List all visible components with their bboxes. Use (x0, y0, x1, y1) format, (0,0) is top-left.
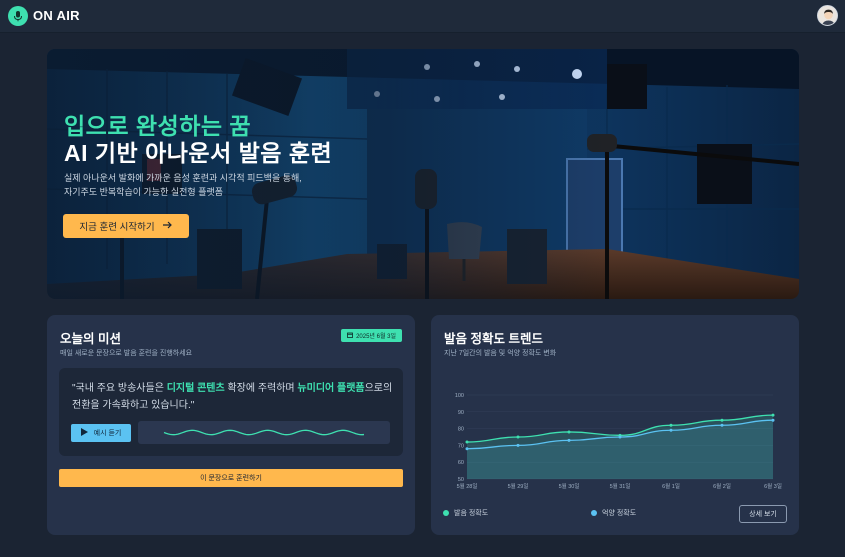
accuracy-chart: 50 60 70 80 90 100 5월 28일 5월 29일 5월 30일 5월 31일 6월 … (455, 393, 782, 490)
mission-subtitle: 매일 새로운 문장으로 발음 훈련을 진행하세요 (60, 350, 193, 357)
x-tick-label: 6월 3일 (764, 482, 782, 490)
mission-card: 오늘의 미션 매일 새로운 문장으로 발음 훈련을 진행하세요 2025년 6월… (47, 315, 415, 535)
legend-label: 억양 정확도 (602, 510, 637, 517)
play-icon (80, 428, 88, 438)
data-point (771, 413, 775, 417)
data-point (771, 418, 775, 422)
microphone-icon[interactable] (8, 6, 28, 26)
data-point (516, 435, 520, 439)
hero-subtitle: 실제 아나운서 발화에 가까운 음성 훈련과 시각적 피드백을 통해, 자기주도… (64, 171, 302, 199)
y-tick-label: 70 (458, 443, 464, 449)
y-tick-label: 50 (458, 477, 464, 483)
data-point (618, 435, 622, 439)
listen-example-button[interactable]: 예시 듣기 (71, 424, 131, 442)
quote-part: 확장에 주력하며 (224, 383, 298, 394)
hero-subtitle-line2: 자기주도 반복학습이 가능한 실전형 플랫폼 (64, 187, 224, 197)
start-training-button[interactable]: 지금 훈련 시작하기 (63, 214, 189, 238)
data-point (720, 418, 724, 422)
data-point (567, 430, 571, 434)
x-tick-label: 5월 28일 (457, 482, 478, 490)
data-point (720, 423, 724, 427)
data-point (669, 428, 673, 432)
legend-dot (591, 510, 597, 516)
date-badge: 2025년 6월 3일 (341, 329, 402, 342)
waveform-line (163, 429, 365, 436)
y-tick-label: 100 (455, 393, 464, 399)
calendar-icon (347, 332, 353, 340)
train-sentence-button[interactable]: 이 문장으로 훈련하기 (59, 469, 403, 487)
legend-pronunciation: 발음 정확도 (443, 508, 488, 518)
x-tick-label: 6월 1일 (662, 482, 680, 490)
hero-title-line2: AI 기반 아나운서 발음 훈련 (64, 140, 333, 166)
y-tick-label: 60 (458, 460, 464, 466)
hero-banner: 입으로 완성하는 꿈 AI 기반 아나운서 발음 훈련 실제 아나운서 발화에 … (47, 49, 799, 299)
quote-highlight: 뉴미디어 플랫폼 (297, 383, 365, 394)
quote-box: "국내 주요 방송사들은 디지털 콘텐츠 확장에 주력하며 뉴미디어 플랫폼으로… (59, 368, 403, 456)
x-tick-label: 5월 29일 (508, 482, 529, 490)
logo-text[interactable]: ON AIR (33, 8, 80, 23)
user-avatar[interactable] (817, 5, 838, 26)
date-text: 2025년 6월 3일 (356, 334, 396, 340)
y-tick-label: 90 (458, 410, 464, 416)
data-point (516, 443, 520, 447)
legend-intonation: 억양 정확도 (591, 508, 636, 518)
quote-part: "국내 주요 방송사들은 (72, 383, 167, 394)
data-point (669, 423, 673, 427)
x-tick-label: 5월 31일 (610, 482, 631, 490)
series-area (467, 420, 773, 479)
audio-waveform[interactable] (138, 421, 390, 444)
data-point (465, 440, 469, 444)
legend-dot (443, 510, 449, 516)
x-tick-label: 5월 30일 (559, 482, 580, 490)
listen-example-label: 예시 듣기 (93, 430, 122, 437)
data-point (567, 438, 571, 442)
trend-card: 발음 정확도 트렌드 지난 7일간의 발음 및 억양 정확도 변화 50 60 70… (431, 315, 799, 535)
mission-title: 오늘의 미션 (60, 332, 121, 346)
top-bar: ON AIR (0, 0, 845, 33)
data-point (465, 447, 469, 451)
trend-subtitle: 지난 7일간의 발음 및 억양 정확도 변화 (444, 350, 557, 357)
x-tick-label: 6월 2일 (713, 482, 731, 490)
quote-highlight: 디지털 콘텐츠 (166, 383, 225, 394)
legend-label: 발음 정확도 (454, 510, 489, 517)
y-tick-label: 80 (458, 427, 464, 433)
trend-title: 발음 정확도 트렌드 (444, 332, 543, 346)
start-training-label: 지금 훈련 시작하기 (79, 222, 155, 233)
view-details-button[interactable]: 상세 보기 (739, 505, 787, 523)
arrow-right-icon (162, 221, 173, 232)
mission-sentence: "국내 주요 방송사들은 디지털 콘텐츠 확장에 주력하며 뉴미디어 플랫폼으로… (72, 380, 402, 414)
hero-subtitle-line1: 실제 아나운서 발화에 가까운 음성 훈련과 시각적 피드백을 통해, (64, 173, 302, 183)
